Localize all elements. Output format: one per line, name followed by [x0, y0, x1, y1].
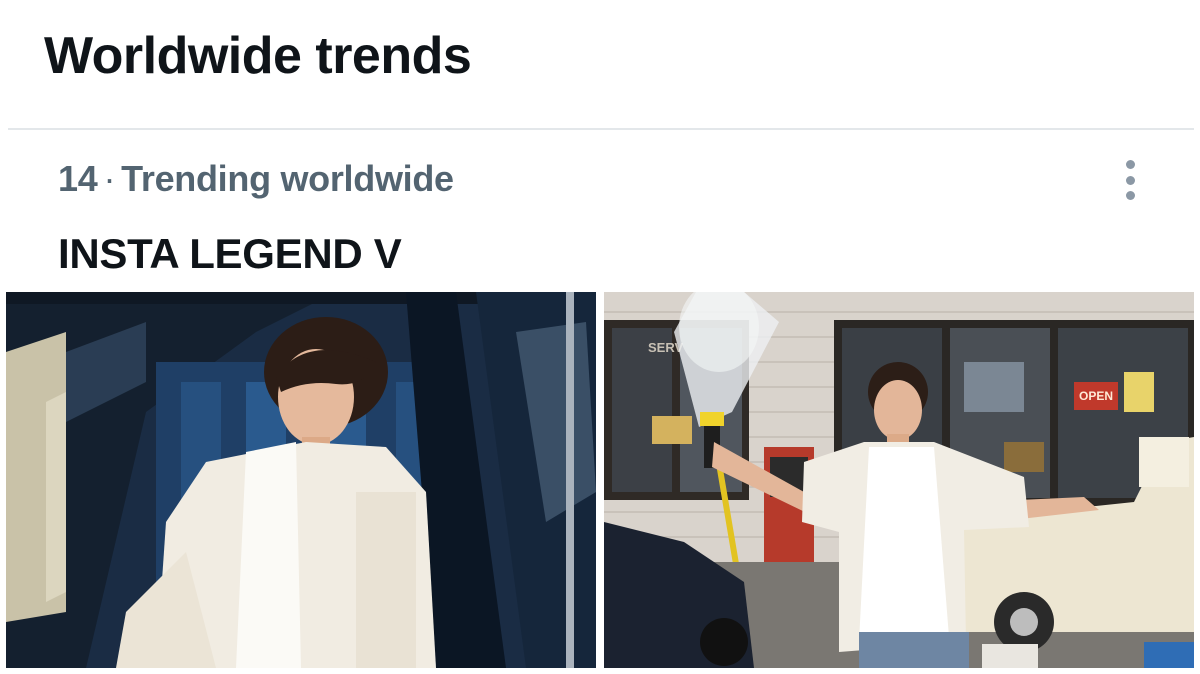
- trend-separator: ·: [103, 158, 116, 199]
- more-vertical-icon[interactable]: [1114, 156, 1146, 204]
- photo-image: [6, 292, 596, 668]
- more-dot: [1125, 160, 1135, 169]
- trend-context-label: Trending worldwide: [121, 158, 454, 199]
- trend-rank: 14: [58, 158, 98, 199]
- trend-context: 14 · Trending worldwide: [58, 158, 454, 200]
- header: Worldwide trends: [0, 0, 1200, 128]
- svg-text:OPEN: OPEN: [1079, 389, 1113, 403]
- media-photo-left[interactable]: [6, 292, 596, 668]
- trend-item[interactable]: 14 · Trending worldwide INSTA LEGEND V S…: [0, 130, 1200, 674]
- trends-page: Worldwide trends 14 · Trending worldwide I…: [0, 0, 1200, 674]
- media-gallery: SERV OPEN: [6, 292, 1194, 668]
- media-photo-right[interactable]: SERV OPEN: [604, 292, 1194, 668]
- page-title: Worldwide trends: [44, 27, 472, 85]
- more-dot: [1125, 191, 1135, 200]
- photo-image: SERV OPEN: [604, 292, 1194, 668]
- more-dot: [1125, 175, 1135, 185]
- trend-name[interactable]: INSTA LEGEND V: [58, 230, 402, 278]
